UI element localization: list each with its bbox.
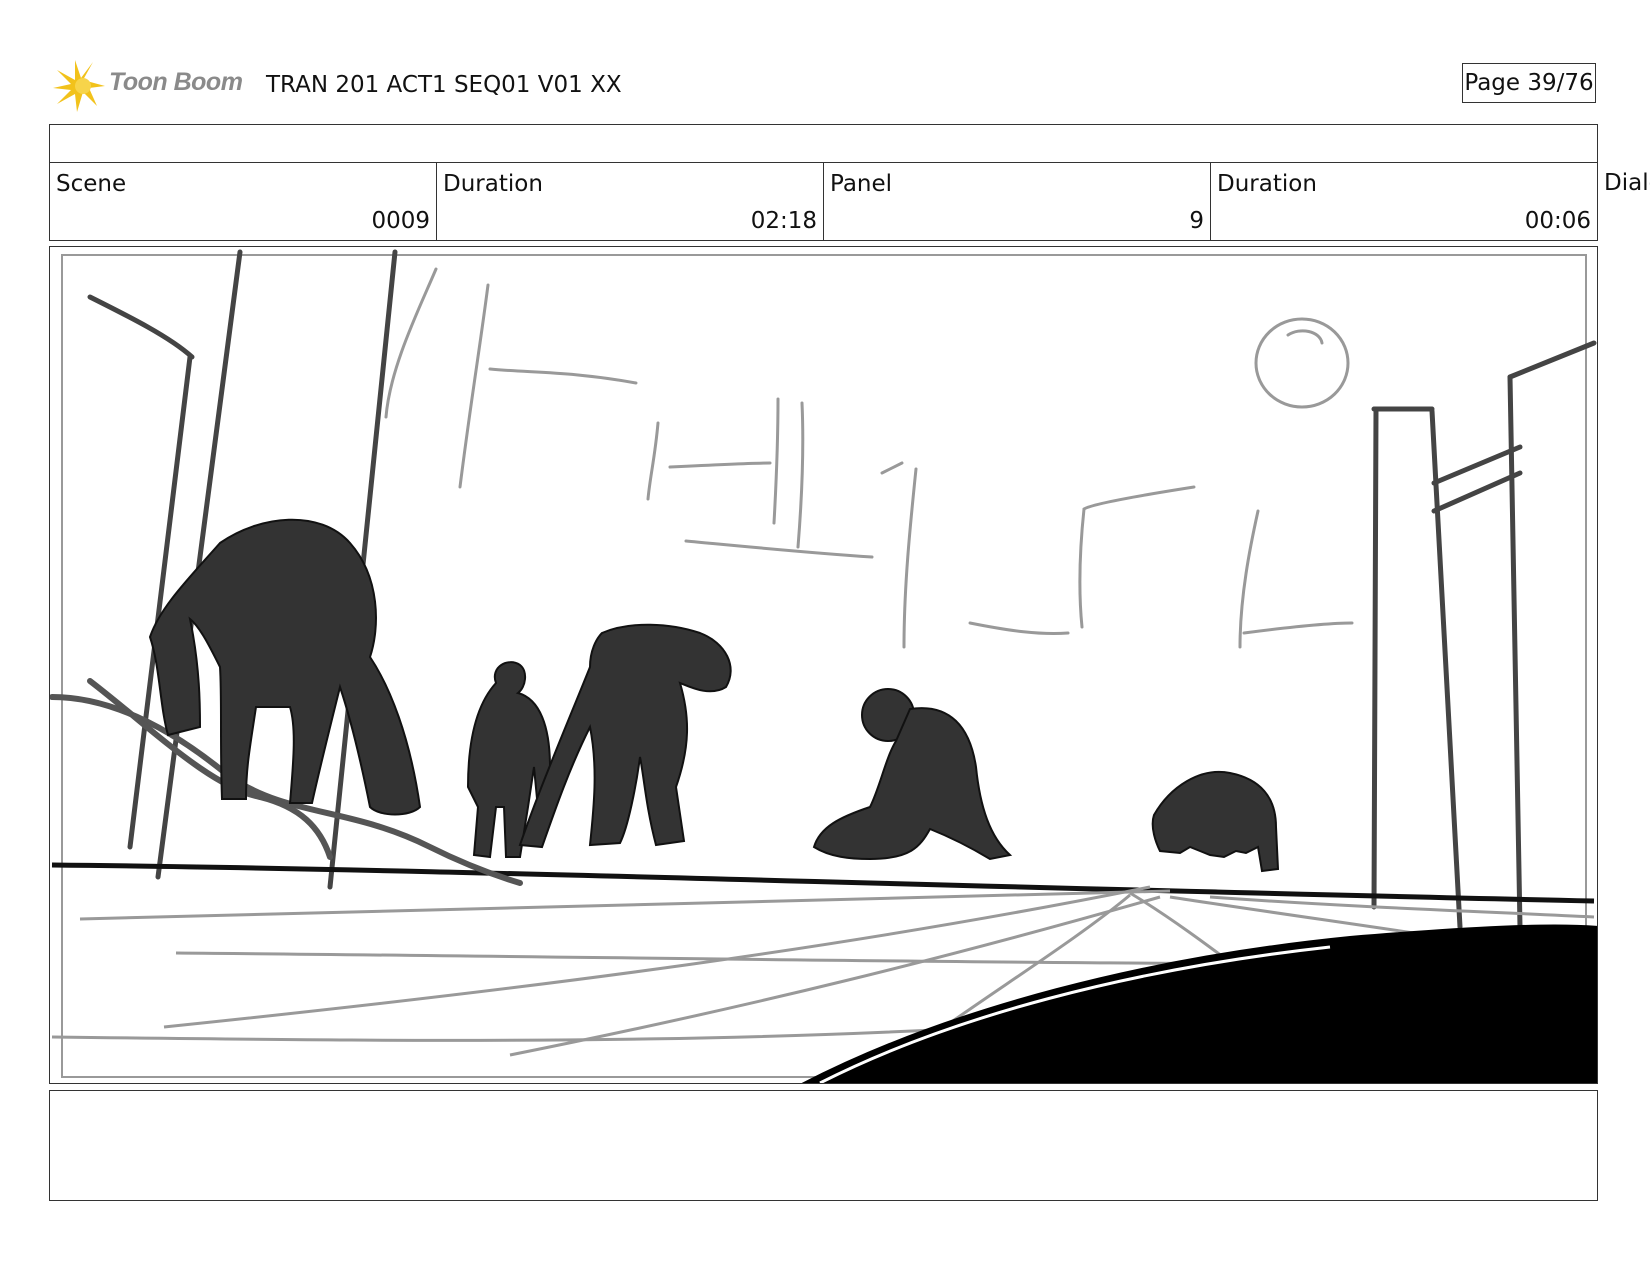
info-row: Scene 0009 Duration 02:18 Panel 9 Durati…: [49, 162, 1598, 241]
panel-duration-value: 00:06: [1524, 208, 1591, 234]
starburst-icon: [53, 60, 105, 112]
scene-cell: Scene 0009: [49, 162, 437, 241]
top-strip: [49, 124, 1598, 163]
scene-value: 0009: [371, 208, 430, 234]
panel-duration-label: Duration: [1217, 171, 1317, 197]
page-number: Page 39/76: [1464, 70, 1594, 96]
storyboard-sketch: [50, 249, 1597, 1083]
scene-duration-cell: Duration 02:18: [436, 162, 824, 241]
scene-label: Scene: [56, 171, 127, 197]
notes-box: [49, 1090, 1598, 1201]
background-buildings: [384, 267, 1354, 649]
panel-value: 9: [1189, 208, 1204, 234]
page-indicator: Page 39/76: [1462, 63, 1596, 103]
silhouettes: [148, 518, 1597, 1083]
scene-duration-value: 02:18: [750, 208, 817, 234]
panel-label: Panel: [830, 171, 893, 197]
document-title: TRAN 201 ACT1 SEQ01 V01 XX: [266, 72, 622, 98]
toon-boom-logo: Toon Boom: [53, 58, 253, 114]
panel-cell: Panel 9: [823, 162, 1211, 241]
scene-duration-label: Duration: [443, 171, 543, 197]
slope: [50, 678, 523, 886]
panel-duration-cell: Duration 00:06: [1210, 162, 1598, 241]
dialog-label: Dialo: [1604, 170, 1650, 196]
logo-text: Toon Boom: [109, 68, 243, 96]
horizon-line: [51, 862, 1595, 904]
storyboard-panel: [49, 246, 1598, 1084]
